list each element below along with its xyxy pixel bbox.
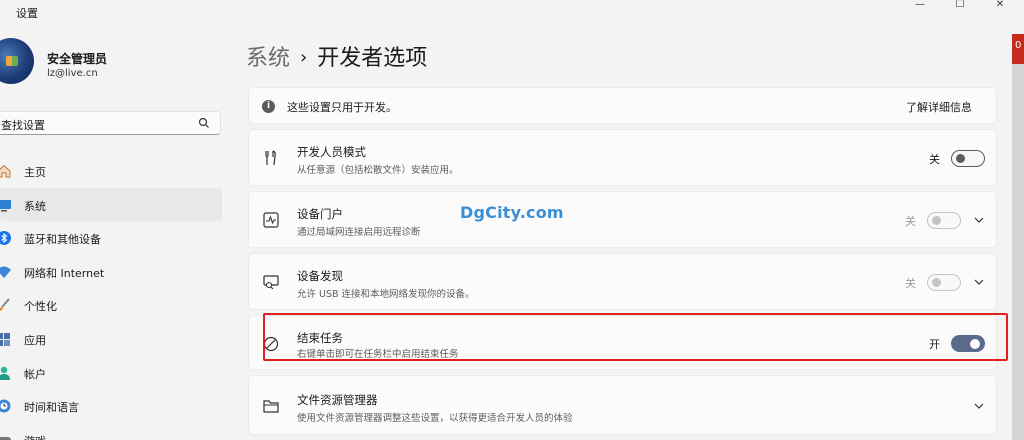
watermark: DgCity.com xyxy=(460,203,564,222)
setting-developer-mode: 开发人员模式 从任意源（包括松散文件）安装应用。 关 xyxy=(248,129,997,186)
sidebar-item-label: 帐户 xyxy=(24,367,46,381)
toggle-state-label: 关 xyxy=(905,215,916,228)
sidebar-item-label: 时间和语言 xyxy=(24,401,79,415)
sidebar-item-label: 网络和 Internet xyxy=(24,266,105,280)
device-portal-icon xyxy=(263,212,279,228)
toggle-knob xyxy=(932,216,941,225)
maximize-button[interactable]: ☐ xyxy=(940,0,980,14)
setting-title: 开发人员模式 xyxy=(297,145,366,159)
device-discovery-toggle xyxy=(927,274,961,291)
background-window-strip xyxy=(1012,64,1024,440)
end-task-icon xyxy=(263,336,279,352)
setting-title: 结束任务 xyxy=(297,331,343,345)
sidebar-item-network[interactable]: 网络和 Internet xyxy=(0,255,222,289)
toggle-state-label: 关 xyxy=(929,153,940,166)
chevron-down-icon[interactable] xyxy=(973,400,985,412)
setting-end-task: 结束任务 右键单击即可在任务栏中启用结束任务 开 xyxy=(248,315,997,370)
sidebar-item-apps[interactable]: 应用 xyxy=(0,322,222,356)
setting-description: 从任意源（包括松散文件）安装应用。 xyxy=(297,165,459,176)
toggle-state-label: 开 xyxy=(929,338,940,351)
search-icon xyxy=(198,117,209,128)
home-icon xyxy=(0,164,11,178)
setting-device-portal[interactable]: 设备门户 通过局域网连接启用远程诊断 关 xyxy=(248,191,997,248)
setting-file-explorer[interactable]: 文件资源管理器 使用文件资源管理器调整这些设置，以获得更适合开发人员的体验 xyxy=(248,375,997,435)
sidebar-item-label: 应用 xyxy=(24,333,46,347)
toggle-knob xyxy=(970,339,980,349)
sidebar-item-home[interactable]: 主页 xyxy=(0,154,222,188)
setting-description: 右键单击即可在任务栏中启用结束任务 xyxy=(297,349,459,360)
edge-badge: 0 xyxy=(1015,40,1022,51)
setting-description: 允许 USB 连接和本地网络发现你的设备。 xyxy=(297,289,475,300)
wifi-icon xyxy=(0,266,11,278)
info-text: 这些设置只用于开发。 xyxy=(287,101,397,114)
chevron-down-icon[interactable] xyxy=(973,214,985,226)
profile-email: lz@live.cn xyxy=(47,68,98,79)
sidebar-item-personalization[interactable]: 个性化 xyxy=(0,288,222,322)
bluetooth-icon xyxy=(0,231,11,246)
info-icon: i xyxy=(262,100,275,113)
chevron-down-icon[interactable] xyxy=(973,276,985,288)
apps-icon xyxy=(0,332,10,346)
device-discovery-icon xyxy=(263,275,279,290)
sidebar-nav: 主页 系统 蓝牙和其他设备 网络和 Internet 个性化 应用 帐户 时间和… xyxy=(0,154,230,440)
avatar xyxy=(0,38,34,84)
page-title: 开发者选项 xyxy=(317,46,428,71)
sidebar-item-time-language[interactable]: 时间和语言 xyxy=(0,389,222,423)
toggle-state-label: 关 xyxy=(905,277,916,290)
sidebar-item-system[interactable]: 系统 xyxy=(0,187,222,222)
end-task-toggle[interactable] xyxy=(951,335,985,352)
search-input[interactable]: 查找设置 xyxy=(0,111,221,135)
close-button[interactable]: ✕ xyxy=(980,0,1020,14)
sidebar-item-label: 游戏 xyxy=(24,433,46,440)
developer-mode-toggle[interactable] xyxy=(951,150,985,167)
search-placeholder: 查找设置 xyxy=(1,119,45,132)
globe-clock-icon xyxy=(0,399,11,413)
gamepad-icon xyxy=(0,436,11,440)
sidebar-item-accounts[interactable]: 帐户 xyxy=(0,356,222,390)
background-window-edge: 0 xyxy=(1012,34,1024,64)
developer-tools-icon xyxy=(265,150,276,166)
sidebar-item-bluetooth[interactable]: 蓝牙和其他设备 xyxy=(0,221,222,255)
person-icon xyxy=(0,366,10,380)
monitor-icon xyxy=(0,199,11,212)
setting-title: 设备发现 xyxy=(297,269,343,283)
sidebar-item-label: 主页 xyxy=(24,166,46,179)
toggle-knob xyxy=(932,278,941,287)
setting-description: 通过局域网连接启用远程诊断 xyxy=(297,227,421,238)
sidebar-item-label: 蓝牙和其他设备 xyxy=(24,233,101,247)
breadcrumb-separator: › xyxy=(300,47,308,68)
setting-title: 设备门户 xyxy=(297,207,343,221)
sidebar-item-label: 系统 xyxy=(24,199,46,213)
breadcrumb-parent[interactable]: 系统 xyxy=(246,46,290,71)
setting-title: 文件资源管理器 xyxy=(297,393,378,407)
sidebar-item-label: 个性化 xyxy=(24,300,57,314)
device-portal-toggle xyxy=(927,212,961,229)
folder-icon xyxy=(263,400,279,413)
info-banner: i 这些设置只用于开发。 了解详细信息 xyxy=(248,87,997,124)
minimize-button[interactable]: — xyxy=(900,0,940,14)
setting-description: 使用文件资源管理器调整这些设置，以获得更适合开发人员的体验 xyxy=(297,413,573,424)
setting-device-discovery[interactable]: 设备发现 允许 USB 连接和本地网络发现你的设备。 关 xyxy=(248,253,997,310)
sidebar-item-gaming[interactable]: 游戏 xyxy=(0,423,222,440)
title-bar: 设置 — ☐ ✕ xyxy=(0,0,1024,26)
toggle-knob xyxy=(956,154,965,163)
brush-icon xyxy=(0,298,10,312)
user-profile[interactable]: 安全管理员 lz@live.cn xyxy=(0,38,230,88)
profile-name: 安全管理员 xyxy=(47,52,108,66)
learn-more-link[interactable]: 了解详细信息 xyxy=(906,99,972,115)
app-title: 设置 xyxy=(16,7,38,20)
breadcrumb: 系统 › 开发者选项 xyxy=(246,40,427,72)
